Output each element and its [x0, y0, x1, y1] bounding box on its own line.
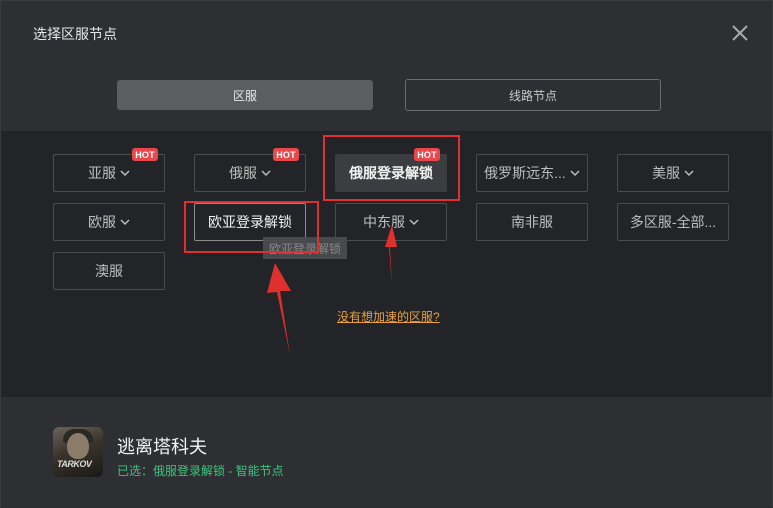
tab-route-node[interactable]: 线路节点 — [405, 79, 661, 111]
region-label: 中东服 — [363, 214, 405, 230]
hot-badge: HOT — [132, 148, 158, 161]
face-shape — [67, 433, 89, 459]
region-select-dialog: 选择区服节点 区服 线路节点 亚服 俄服 俄服登录解锁 俄罗斯远东... 美服 … — [0, 0, 773, 507]
dialog-title: 选择区服节点 — [33, 26, 117, 42]
region-button-us[interactable]: 美服 — [617, 154, 729, 192]
chevron-down-icon — [120, 170, 130, 177]
region-button-australia[interactable]: 澳服 — [53, 252, 165, 290]
region-button-middle-east[interactable]: 中东服 — [335, 203, 447, 241]
game-logo-text: TARKOV — [57, 459, 92, 469]
selected-status: 已选：俄服登录解锁 - 智能节点 — [117, 464, 284, 478]
region-label: 亚服 — [88, 165, 116, 181]
annotation-box — [184, 201, 319, 253]
chevron-down-icon — [684, 170, 694, 177]
region-label: 美服 — [652, 165, 680, 181]
region-label: 俄服 — [229, 165, 257, 181]
chevron-down-icon — [261, 170, 271, 177]
chevron-down-icon — [120, 219, 130, 226]
hot-badge: HOT — [273, 148, 299, 161]
region-label: 多区服-全部... — [629, 214, 717, 230]
title-bar: 选择区服节点 — [1, 1, 772, 63]
chevron-down-icon — [409, 219, 419, 226]
annotation-box — [323, 135, 460, 201]
footer: TARKOV 逃离塔科夫 已选：俄服登录解锁 - 智能节点 — [1, 397, 772, 507]
region-button-south-africa[interactable]: 南非服 — [476, 203, 588, 241]
region-label: 俄罗斯远东... — [484, 165, 566, 181]
tab-bar: 区服 线路节点 — [1, 63, 772, 131]
region-label: 澳服 — [95, 263, 123, 279]
region-button-multi-region[interactable]: 多区服-全部... — [617, 203, 729, 241]
region-label: 欧服 — [88, 214, 116, 230]
tab-region[interactable]: 区服 — [117, 80, 373, 110]
chevron-down-icon — [570, 170, 580, 177]
game-name: 逃离塔科夫 — [117, 437, 207, 457]
region-button-europe[interactable]: 欧服 — [53, 203, 165, 241]
game-icon: TARKOV — [53, 427, 103, 477]
missing-region-link[interactable]: 没有想加速的区服? — [337, 308, 440, 325]
close-icon[interactable] — [728, 21, 752, 45]
region-button-russia-far-east[interactable]: 俄罗斯远东... — [476, 154, 588, 192]
region-label: 南非服 — [511, 214, 553, 230]
